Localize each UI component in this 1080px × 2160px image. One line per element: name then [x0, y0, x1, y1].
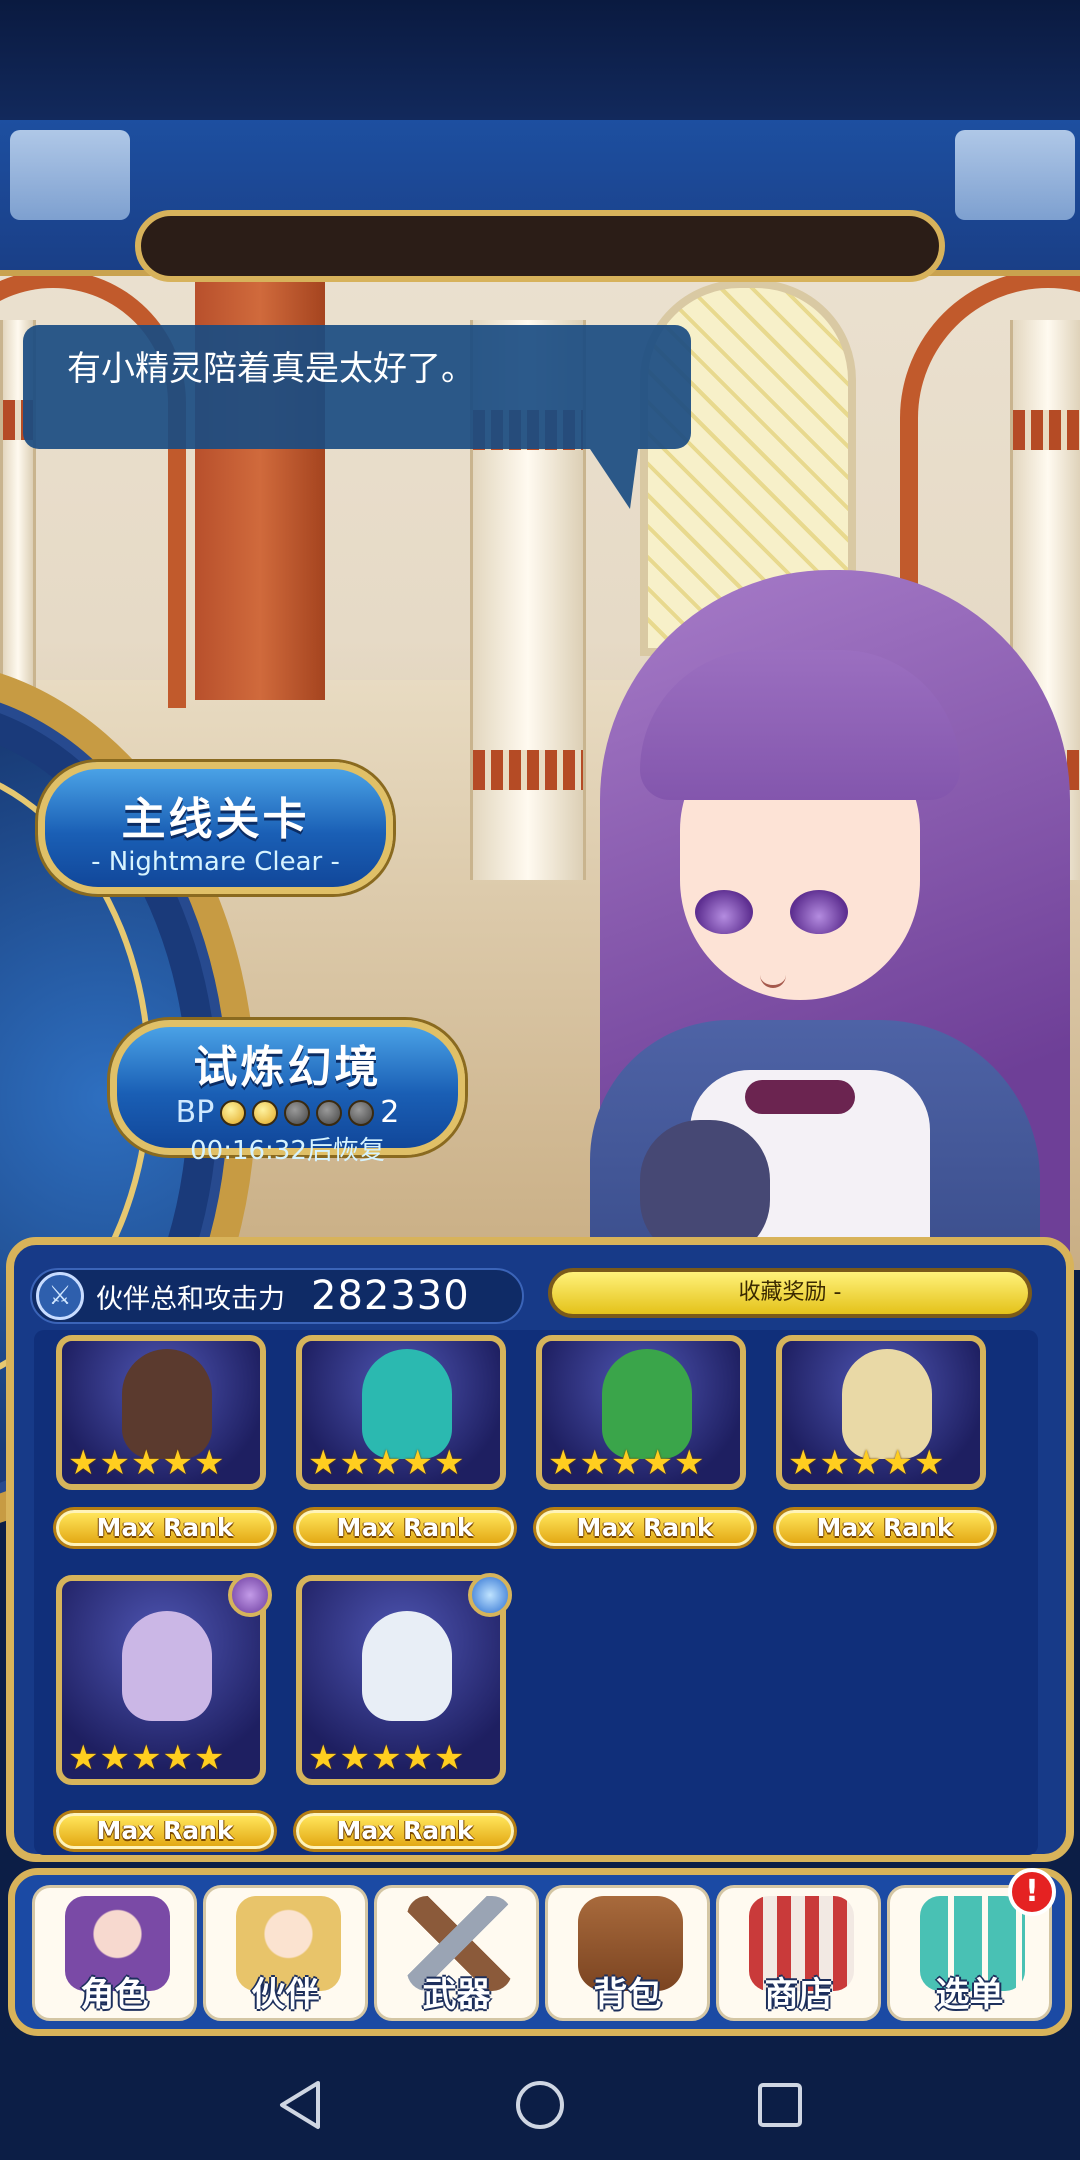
collection-reward-bar[interactable]: 收藏奖励 -: [548, 1268, 1032, 1318]
water-element-icon: [468, 1573, 512, 1617]
companion-portrait: [122, 1611, 212, 1721]
rank-badge: Max Rank: [56, 1510, 274, 1546]
star-rating: ★ ★ ★ ★ ★: [548, 1443, 705, 1483]
tab-shop[interactable]: 商店: [716, 1885, 881, 2021]
scroll-icon: [10, 130, 130, 220]
bp-dot: [252, 1099, 279, 1126]
main-stage-button[interactable]: 主线关卡 - Nightmare Clear -: [38, 762, 393, 894]
rank-badge: Max Rank: [296, 1510, 514, 1546]
total-attack-label: 伙伴总和攻击力: [96, 1283, 285, 1315]
title-bar: [135, 210, 945, 282]
rank-badge: Max Rank: [776, 1510, 994, 1546]
tab-companion-label: 伙伴: [251, 1975, 320, 2015]
companion-card[interactable]: ★ ★ ★ ★ ★: [296, 1335, 506, 1490]
dialogue-bubble[interactable]: 有小精灵陪着真是太好了。: [23, 325, 691, 449]
companion-card[interactable]: ★ ★ ★ ★ ★: [776, 1335, 986, 1490]
status-bar: [0, 0, 1080, 120]
tab-menu-label: 选单: [935, 1975, 1004, 2015]
bp-dot: [284, 1099, 311, 1126]
tab-companion[interactable]: 伙伴: [203, 1885, 368, 2021]
total-attack-display: ⚔ 伙伴总和攻击力 282330: [30, 1268, 524, 1324]
bp-dot: [220, 1099, 247, 1126]
bp-value: 2: [380, 1095, 400, 1130]
tab-weapon[interactable]: 武器: [374, 1885, 539, 2021]
rank-badge: Max Rank: [536, 1510, 754, 1546]
tab-character-label: 角色: [80, 1975, 149, 2015]
bp-meter: BP 2: [117, 1095, 458, 1130]
collection-reward-label: 收藏奖励 -: [738, 1280, 842, 1305]
dialogue-tail: [590, 449, 638, 509]
star-rating: ★ ★ ★ ★ ★: [308, 1738, 465, 1778]
character-eye-left: [695, 890, 753, 934]
back-icon[interactable]: [270, 2075, 330, 2135]
sword-icon: ⚔: [36, 1272, 84, 1320]
home-icon[interactable]: [510, 2075, 570, 2135]
star-rating: ★ ★ ★ ★ ★: [68, 1738, 225, 1778]
trial-label: 试炼幻境: [193, 1042, 382, 1093]
character-eye-right: [790, 890, 848, 934]
bp-recovery-timer: 00:16:32后恢复: [190, 1136, 385, 1166]
bp-label: BP: [175, 1095, 215, 1130]
notification-badge: !: [1008, 1868, 1056, 1916]
trial-button[interactable]: 试炼幻境 BP 2 00:16:32后恢复: [110, 1020, 465, 1166]
bp-dot: [348, 1099, 375, 1126]
character-bow: [745, 1080, 855, 1114]
star-rating: ★ ★ ★ ★ ★: [788, 1443, 945, 1483]
total-attack-value: 282330: [311, 1273, 470, 1319]
rank-badge: Max Rank: [296, 1813, 514, 1849]
star-rating: ★ ★ ★ ★ ★: [68, 1443, 225, 1483]
tab-character[interactable]: 角色: [32, 1885, 197, 2021]
companion-card[interactable]: ★ ★ ★ ★ ★: [536, 1335, 746, 1490]
tab-shop-label: 商店: [764, 1975, 833, 2015]
tab-backpack-label: 背包: [593, 1975, 662, 2015]
tab-backpack[interactable]: 背包: [545, 1885, 710, 2021]
main-stage-sublabel: - Nightmare Clear -: [91, 847, 340, 877]
quill-letter-icon: [955, 130, 1075, 220]
main-stage-label: 主线关卡: [121, 794, 310, 845]
recents-icon[interactable]: [750, 2075, 810, 2135]
rank-badge: Max Rank: [56, 1813, 274, 1849]
dialogue-text: 有小精灵陪着真是太好了。: [67, 349, 475, 389]
companion-portrait: [362, 1611, 452, 1721]
bp-dot: [316, 1099, 343, 1126]
dark-element-icon: [228, 1573, 272, 1617]
tab-weapon-label: 武器: [422, 1975, 491, 2015]
companion-card[interactable]: ★ ★ ★ ★ ★: [56, 1335, 266, 1490]
star-rating: ★ ★ ★ ★ ★: [308, 1443, 465, 1483]
